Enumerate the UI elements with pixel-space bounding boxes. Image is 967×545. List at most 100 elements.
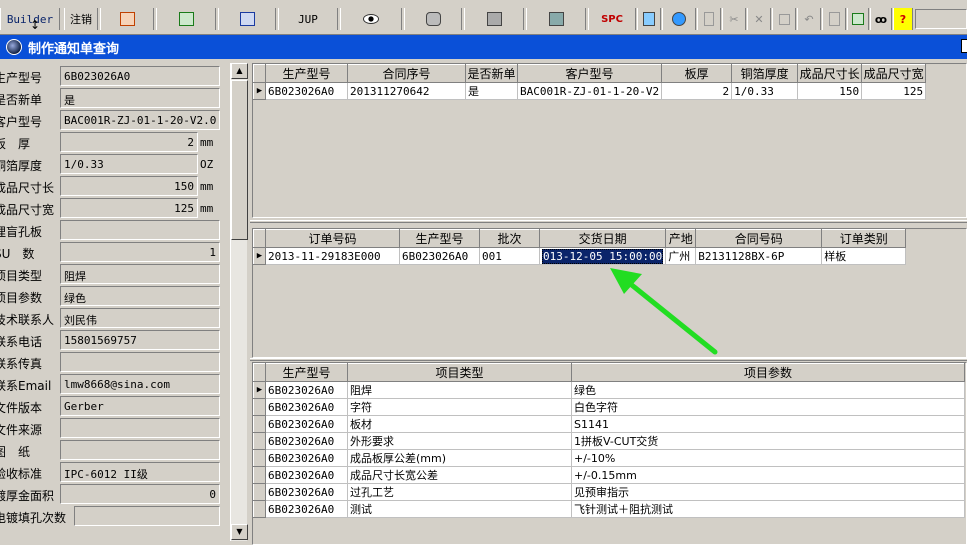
table-cell[interactable]: S1141 — [571, 415, 965, 433]
table-cell[interactable]: 样板 — [821, 247, 907, 265]
jup-button[interactable]: JUP — [278, 8, 338, 30]
spc-button[interactable]: SPC — [588, 8, 636, 30]
current-row-icon[interactable]: ▶ — [253, 381, 266, 399]
table-row[interactable]: 6B023026A0 测试 飞针测试＋阻抗测试 — [253, 500, 965, 518]
row-indicator[interactable] — [253, 432, 266, 450]
table-cell[interactable]: 150 — [797, 82, 863, 100]
field-value[interactable] — [60, 352, 220, 372]
scroll-down-icon[interactable]: ▼ — [231, 524, 248, 540]
table-cell[interactable]: 测试 — [347, 500, 572, 518]
table-row[interactable]: 6B023026A0 成品板厚公差(mm) +/-10% — [253, 449, 965, 467]
powerpoint-icon[interactable] — [100, 8, 154, 30]
column-header[interactable]: 生产型号 — [399, 229, 480, 248]
column-header[interactable]: 生产型号 — [265, 64, 348, 83]
column-header[interactable]: 合同号码 — [695, 229, 823, 248]
table-cell[interactable]: 6B023026A0 — [265, 500, 348, 518]
current-row-icon[interactable]: ▶ — [253, 82, 266, 100]
excel-icon[interactable] — [156, 8, 216, 30]
table-cell[interactable]: 成品尺寸长宽公差 — [347, 466, 572, 484]
column-header[interactable]: 订单号码 — [265, 229, 400, 248]
row-indicator[interactable] — [253, 483, 266, 501]
column-header[interactable]: 批次 — [479, 229, 540, 248]
computer-icon[interactable] — [526, 8, 586, 30]
column-header[interactable]: 项目类型 — [347, 363, 572, 382]
field-value[interactable]: 是 — [60, 88, 220, 108]
row-indicator[interactable] — [253, 398, 266, 416]
preview-icon[interactable] — [822, 8, 846, 30]
column-header[interactable]: 产地 — [665, 229, 697, 248]
table-cell[interactable]: 成品板厚公差(mm) — [347, 449, 572, 467]
field-value[interactable]: lmw8668@sina.com — [60, 374, 220, 394]
table-cell[interactable]: 6B023026A0 — [265, 381, 348, 399]
field-value[interactable]: BAC001R-ZJ-01-1-20-V2.0 — [60, 110, 220, 130]
field-value[interactable] — [60, 440, 220, 460]
field-value[interactable]: 6B023026A0 — [60, 66, 220, 86]
table-cell[interactable]: 是 — [465, 82, 518, 100]
table-cell[interactable]: 6B023026A0 — [265, 483, 348, 501]
logout-button[interactable]: 注销 — [64, 8, 98, 30]
table-cell[interactable]: 过孔工艺 — [347, 483, 572, 501]
field-value[interactable]: IPC-6012 II级 — [60, 462, 220, 482]
table-cell[interactable]: 板材 — [347, 415, 572, 433]
column-header[interactable]: 板厚 — [661, 64, 733, 83]
new-icon[interactable] — [697, 8, 721, 30]
network-icon[interactable] — [464, 8, 524, 30]
table-cell[interactable]: 白色字符 — [571, 398, 965, 416]
table-cell[interactable]: 2 — [661, 82, 733, 100]
table-cell[interactable]: 见预审指示 — [571, 483, 965, 501]
row-indicator[interactable] — [253, 500, 266, 518]
table-cell[interactable]: 外形要求 — [347, 432, 572, 450]
table-cell[interactable]: +/-10% — [571, 449, 965, 467]
field-value[interactable] — [74, 506, 220, 526]
word-icon[interactable] — [218, 8, 276, 30]
current-row-icon[interactable]: ▶ — [253, 247, 266, 265]
table-cell[interactable]: 飞针测试＋阻抗测试 — [571, 500, 965, 518]
row-indicator[interactable] — [253, 415, 266, 433]
column-header[interactable]: 成品尺寸长 — [797, 64, 863, 83]
field-value[interactable]: 阻焊 — [60, 264, 220, 284]
field-value[interactable] — [60, 418, 220, 438]
column-header[interactable]: 生产型号 — [265, 363, 348, 382]
table-row[interactable]: 6B023026A0 外形要求 1拼板V-CUT交货 — [253, 432, 965, 450]
refresh-icon[interactable] — [637, 8, 661, 30]
table-cell[interactable]: 字符 — [347, 398, 572, 416]
table-row[interactable]: 6B023026A0 过孔工艺 见预审指示 — [253, 483, 965, 501]
eye-icon[interactable] — [340, 8, 402, 30]
column-header[interactable]: 成品尺寸宽 — [861, 64, 927, 83]
column-header[interactable]: 项目参数 — [571, 363, 965, 382]
field-value[interactable]: Gerber — [60, 396, 220, 416]
field-value[interactable]: 1/0.33 — [60, 154, 198, 174]
scroll-thumb[interactable] — [231, 80, 248, 240]
table-row[interactable]: ▶ 2013-11-29183E000 6B023026A0 001 013-12-05… — [253, 247, 907, 265]
form-scrollbar[interactable]: ▲ ▼ — [230, 63, 248, 541]
help-icon[interactable]: ? — [893, 8, 913, 30]
database-icon[interactable] — [404, 8, 462, 30]
toolbar-input[interactable] — [915, 9, 967, 29]
cut-icon[interactable]: ✂ — [722, 8, 746, 30]
field-value[interactable]: 0 — [60, 484, 220, 504]
table-cell[interactable]: BAC001R-ZJ-01-1-20-V2 — [516, 82, 663, 100]
save-icon[interactable] — [772, 8, 796, 30]
table-cell[interactable]: 绿色 — [571, 381, 965, 399]
ie-icon[interactable] — [662, 8, 696, 30]
field-value[interactable]: 1 — [60, 242, 220, 262]
table-cell[interactable]: 阻焊 — [347, 381, 572, 399]
table-cell[interactable]: 6B023026A0 — [399, 247, 480, 265]
table-row[interactable]: 6B023026A0 字符 白色字符 — [253, 398, 965, 416]
table-cell[interactable]: 1拼板V-CUT交货 — [571, 432, 965, 450]
table-cell[interactable]: +/-0.15mm — [571, 466, 965, 484]
row-indicator[interactable] — [253, 466, 266, 484]
close-icon[interactable] — [961, 39, 967, 53]
table-row[interactable]: ▶ 6B023026A0 阻焊 绿色 — [253, 381, 965, 399]
field-value[interactable]: 刘民伟 — [60, 308, 220, 328]
table-cell[interactable]: 6B023026A0 — [265, 449, 348, 467]
field-value[interactable]: 125 — [60, 198, 198, 218]
column-header[interactable]: 是否新单 — [465, 64, 518, 83]
column-header[interactable]: 合同序号 — [347, 64, 466, 83]
table-cell[interactable]: 6B023026A0 — [265, 466, 348, 484]
table-cell[interactable]: 201311270642 — [347, 82, 466, 100]
table-cell[interactable]: 125 — [861, 82, 927, 100]
field-value[interactable]: 2 — [60, 132, 198, 152]
field-value[interactable]: 15801569757 — [60, 330, 220, 350]
binoculars-icon[interactable]: ꝏ — [870, 8, 892, 30]
